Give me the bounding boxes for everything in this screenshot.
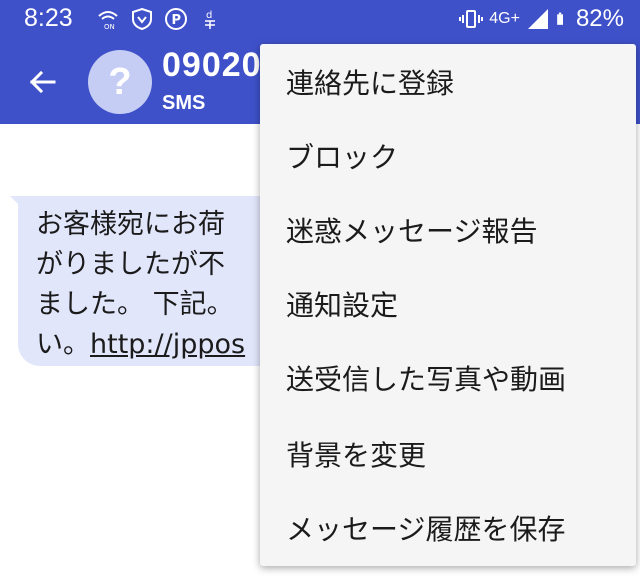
avatar[interactable]: ? [88,50,152,114]
menu-item-notifications[interactable]: 通知設定 [260,266,636,342]
menu-item-save-history[interactable]: メッセージ履歴を保存 [260,490,636,566]
svg-text:P: P [172,13,182,28]
menu-item-report-spam[interactable]: 迷惑メッセージ報告 [260,192,636,268]
menu-item-media[interactable]: 送受信した写真や動画 [260,340,636,416]
menu-item-add-contact[interactable]: 連絡先に登録 [260,44,636,120]
message-line: がりましたが不 [36,249,225,280]
svg-text:d: d [206,10,212,21]
notification-icons: ON P d [96,7,222,31]
d-app-icon: d [205,10,215,29]
message-line: い。 [36,329,90,360]
avatar-glyph: ? [108,60,132,103]
back-arrow-icon[interactable] [26,66,58,98]
message-line: ました。 下記。 [36,289,234,320]
status-time: 8:23 [24,4,73,32]
svg-text:ON: ON [104,23,115,31]
vibrate-icon [459,10,484,28]
network-label: 4G+ [489,10,520,27]
message-line: お客様宛にお荷 [36,209,225,240]
status-right: 4G+ 82% [459,5,624,33]
overflow-menu: 連絡先に登録 ブロック 迷惑メッセージ報告 通知設定 送受信した写真や動画 背景… [260,44,636,566]
status-bar: 8:23 ON P d 4G+ 82% [0,0,640,40]
parking-icon: P [165,8,187,30]
shield-icon [132,7,152,31]
battery-percent: 82% [575,5,624,32]
contact-number[interactable]: 09020 [162,46,262,85]
message-link[interactable]: http://jppos [90,329,245,360]
contact-subtitle: SMS [162,92,206,114]
signal-icon [527,9,548,29]
message-line-last: い。http://jppos [36,322,245,361]
menu-item-change-background[interactable]: 背景を変更 [260,416,636,492]
wifi-calling-icon: ON [98,11,118,31]
menu-item-block[interactable]: ブロック [260,118,636,194]
battery-icon [557,12,563,25]
